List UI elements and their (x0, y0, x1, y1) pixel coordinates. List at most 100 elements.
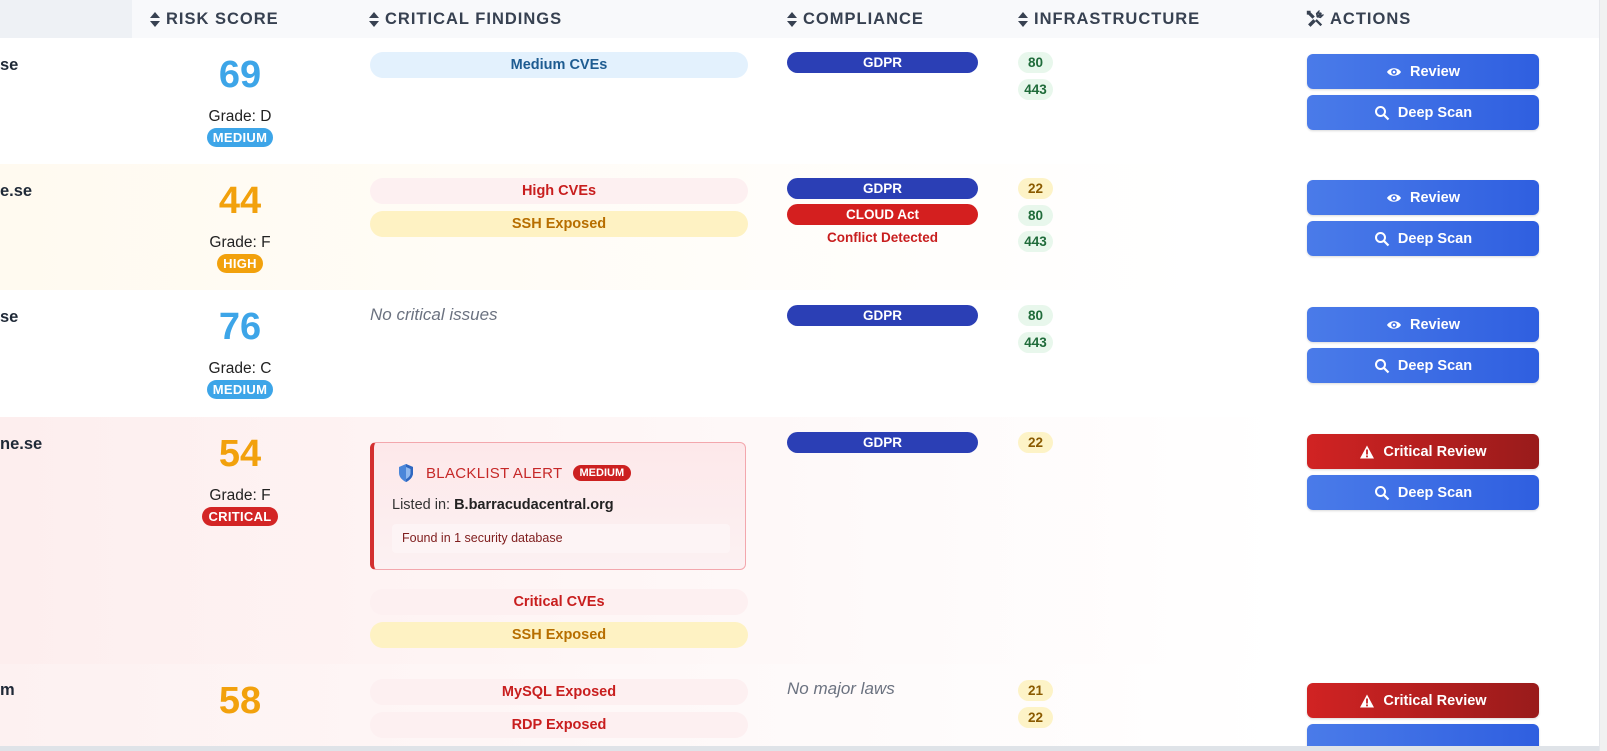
compliance-cell: GDPR CLOUD Act Conflict Detected (787, 178, 978, 245)
port-badge: 443 (1018, 231, 1053, 252)
critical-review-button-label: Critical Review (1383, 443, 1487, 460)
blacklist-severity-badge: MEDIUM (572, 465, 632, 481)
port-badge: 80 (1018, 204, 1053, 226)
risk-score-header[interactable]: RISK SCORE (150, 0, 279, 38)
domain-name[interactable]: ne.se (0, 435, 42, 454)
compliance-header-label: COMPLIANCE (803, 9, 924, 28)
table-row: m 58 MySQL Exposed RDP Exposed No major … (0, 664, 1600, 751)
risk-level-badge: MEDIUM (206, 380, 274, 399)
finding-pill: SSH Exposed (370, 211, 748, 237)
critical-findings-cell: High CVEs SSH Exposed (370, 178, 748, 244)
port-badge: 80 (1018, 305, 1053, 326)
vertical-scrollbar[interactable] (1599, 0, 1607, 751)
actions-cell: Review Deep Scan (1307, 54, 1539, 136)
critical-findings-cell: Medium CVEs (370, 52, 748, 85)
actions-header: ACTIONS (1306, 0, 1411, 38)
infrastructure-cell: 22 80 443 (1018, 178, 1053, 258)
conflict-warning: Conflict Detected (826, 230, 938, 245)
search-icon (1374, 485, 1390, 500)
warning-icon (1360, 694, 1375, 707)
review-button[interactable]: Review (1307, 307, 1539, 342)
risk-score-value: 58 (218, 680, 262, 722)
port-badge: 443 (1018, 78, 1053, 100)
risk-score-header-label: RISK SCORE (166, 9, 279, 28)
deep-scan-button[interactable]: Deep Scan (1307, 348, 1539, 383)
grade-label: Grade: C (208, 360, 272, 377)
critical-findings-cell: No critical issues (370, 290, 748, 325)
deep-scan-button[interactable]: Deep Scan (1307, 475, 1539, 510)
search-icon (1374, 231, 1390, 246)
eye-icon (1387, 193, 1401, 202)
compliance-badge: GDPR (787, 305, 978, 326)
compliance-cell: No major laws (787, 664, 978, 699)
deep-scan-button[interactable]: Deep Scan (1307, 221, 1539, 256)
port-badge: 22 (1018, 178, 1053, 199)
blacklist-listed-in: Listed in: B.barracudacentral.org (392, 497, 614, 513)
listed-in-label: Listed in: (392, 497, 455, 513)
compliance-header[interactable]: COMPLIANCE (787, 0, 924, 38)
infrastructure-header-label: INFRASTRUCTURE (1034, 9, 1201, 28)
port-badge: 22 (1018, 706, 1053, 728)
critical-findings-cell: BLACKLIST ALERT MEDIUM Listed in: B.barr… (370, 442, 748, 655)
domain-name[interactable]: e.se (0, 182, 32, 201)
grade-label: Grade: F (209, 487, 271, 504)
domain-name[interactable]: m (0, 681, 15, 700)
eye-icon (1387, 320, 1401, 329)
risk-score-value: 76 (218, 306, 262, 348)
finding-pill: RDP Exposed (370, 712, 748, 738)
table-row: se 69 Grade: D MEDIUM Medium CVEs GDPR 8… (0, 38, 1600, 165)
actions-header-label: ACTIONS (1330, 9, 1412, 28)
risk-score-cell: 58 (170, 664, 310, 721)
domain-name[interactable]: se (0, 56, 18, 75)
risk-score-value: 44 (218, 180, 262, 222)
grade-label: Grade: D (208, 108, 272, 125)
risk-score-cell: 54 Grade: F CRITICAL (170, 417, 310, 526)
grade-label: Grade: F (209, 234, 271, 251)
review-button-label: Review (1410, 189, 1460, 206)
sort-icon (787, 11, 797, 28)
finding-pill: SSH Exposed (370, 622, 748, 648)
risk-score-value: 69 (218, 54, 262, 96)
compliance-cell: GDPR (787, 432, 978, 458)
blacklist-alert-card: BLACKLIST ALERT MEDIUM Listed in: B.barr… (370, 442, 746, 570)
blacklist-alert-header: BLACKLIST ALERT MEDIUM (396, 463, 632, 483)
critical-review-button[interactable]: Critical Review (1307, 683, 1539, 718)
risk-score-value: 54 (218, 433, 262, 475)
critical-findings-header[interactable]: CRITICAL FINDINGS (369, 0, 562, 38)
search-icon (1374, 358, 1390, 373)
tools-icon (1306, 10, 1324, 27)
table-row: se 76 Grade: C MEDIUM No critical issues… (0, 290, 1600, 418)
table-row: ne.se 54 Grade: F CRITICAL BLACKLIST ALE… (0, 417, 1600, 665)
risk-level-badge: MEDIUM (206, 128, 274, 147)
risk-level-badge: HIGH (217, 254, 263, 273)
deep-scan-button[interactable]: Deep Scan (1307, 95, 1539, 130)
blacklist-source: B.barracudacentral.org (454, 497, 614, 513)
blacklist-found-count: Found in 1 security database (392, 524, 730, 553)
review-button[interactable]: Review (1307, 180, 1539, 215)
finding-pill: Medium CVEs (370, 52, 748, 78)
port-badge: 21 (1018, 680, 1053, 701)
port-badge: 80 (1018, 52, 1053, 73)
compliance-cell: GDPR (787, 305, 978, 331)
critical-review-button[interactable]: Critical Review (1307, 434, 1539, 469)
search-icon (1374, 105, 1390, 120)
compliance-cell: GDPR (787, 52, 978, 78)
table-row: e.se 44 Grade: F HIGH High CVEs SSH Expo… (0, 164, 1600, 291)
actions-cell: Review Deep Scan (1307, 307, 1539, 389)
horizontal-scrollbar[interactable] (0, 746, 1600, 751)
critical-review-button-label: Critical Review (1383, 692, 1487, 709)
port-badge: 22 (1018, 432, 1053, 453)
deep-scan-button-label: Deep Scan (1397, 484, 1473, 501)
infrastructure-header[interactable]: INFRASTRUCTURE (1018, 0, 1200, 38)
domain-name[interactable]: se (0, 308, 18, 327)
sort-icon (369, 11, 379, 28)
review-button[interactable]: Review (1307, 54, 1539, 89)
actions-cell: Critical Review Deep Scan (1307, 434, 1539, 516)
eye-icon (1387, 67, 1401, 76)
domain-column-header[interactable] (0, 0, 132, 38)
finding-pill: High CVEs (370, 178, 748, 204)
infrastructure-cell: 80 443 (1018, 305, 1053, 358)
deep-scan-button-label: Deep Scan (1397, 230, 1473, 247)
no-critical-issues-text: No critical issues (370, 305, 498, 324)
infrastructure-cell: 21 22 (1018, 680, 1053, 733)
